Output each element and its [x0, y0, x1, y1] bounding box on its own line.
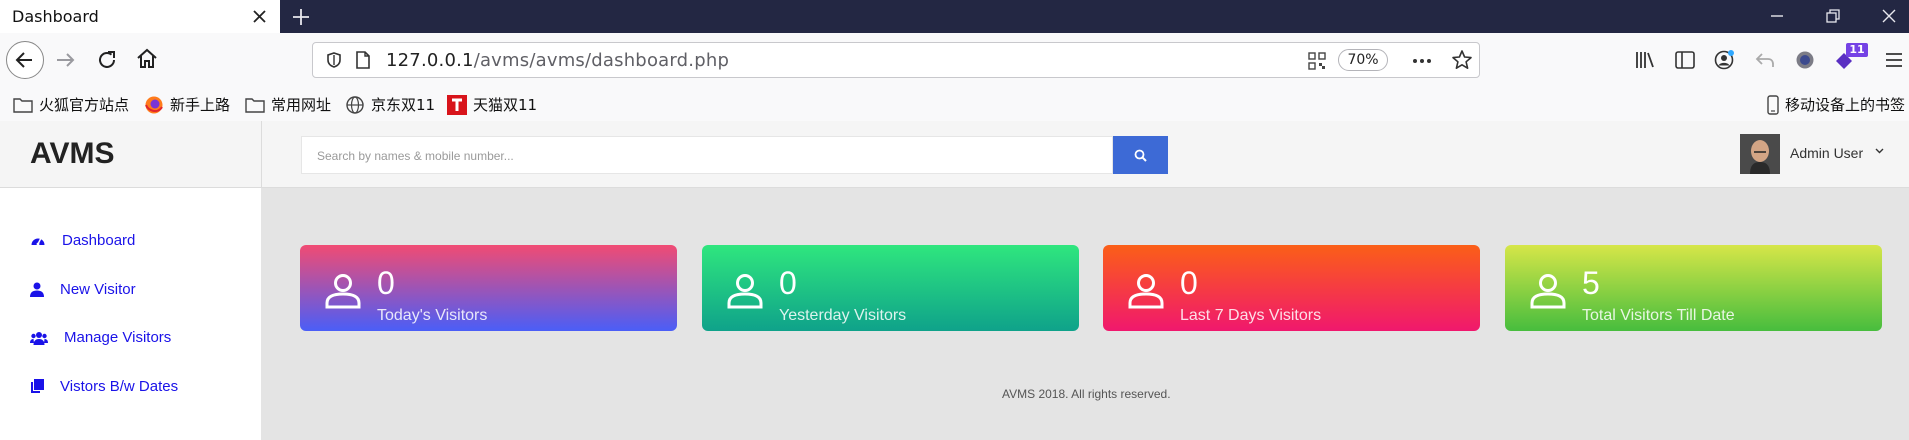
menu-icon[interactable] — [1883, 49, 1905, 71]
card-label: Today's Visitors — [377, 307, 488, 324]
bookmarks-bar: 火狐官方站点 新手上路 常用网址 京东双11 天猫双11 移动设备上的书签 — [0, 89, 1909, 121]
undo-icon[interactable] — [1754, 49, 1776, 71]
browser-tab[interactable]: Dashboard — [0, 0, 280, 33]
sidebar-item-visitors-between-dates[interactable]: Vistors B/w Dates — [30, 378, 178, 395]
home-button[interactable] — [133, 45, 161, 73]
mobile-device-icon — [1767, 94, 1779, 115]
bookmark-label: 常用网址 — [271, 96, 332, 114]
user-icon — [30, 282, 44, 297]
users-icon — [30, 331, 48, 345]
bookmark-item[interactable]: 天猫双11 — [447, 94, 537, 115]
app-logo[interactable]: AVMS — [30, 137, 114, 171]
url-text[interactable]: 127.0.0.1/avms/avms/dashboard.php — [386, 50, 729, 71]
account-icon[interactable] — [1713, 49, 1735, 71]
search-input[interactable] — [302, 137, 1115, 174]
user-outline-icon — [1128, 274, 1164, 309]
chevron-down-icon[interactable] — [1875, 148, 1884, 154]
sidebar-item-dashboard[interactable]: Dashboard — [30, 232, 135, 249]
user-name[interactable]: Admin User — [1790, 145, 1863, 161]
restore-icon[interactable] — [1823, 6, 1843, 26]
user-outline-icon — [325, 274, 361, 309]
extension-circle-icon[interactable] — [1794, 49, 1816, 71]
folder-icon — [245, 97, 265, 113]
close-window-icon[interactable] — [1879, 6, 1899, 26]
copy-icon — [31, 379, 44, 393]
footer-copyright: AVMS 2018. All rights reserved. — [1002, 387, 1171, 401]
search-icon — [1134, 149, 1147, 162]
todays-visitors-card[interactable]: 0 Today's Visitors — [300, 245, 677, 331]
sidebar-item-new-visitor[interactable]: New Visitor — [30, 281, 136, 298]
search-box — [301, 136, 1115, 174]
yesterday-visitors-card[interactable]: 0 Yesterday Visitors — [702, 245, 1079, 331]
sidebar-item-manage-visitors[interactable]: Manage Visitors — [30, 329, 171, 346]
bookmark-item[interactable]: 常用网址 — [245, 94, 331, 115]
new-tab-icon[interactable] — [290, 6, 312, 28]
reload-button[interactable] — [93, 46, 121, 74]
total-visitors-card[interactable]: 5 Total Visitors Till Date — [1505, 245, 1882, 331]
zoom-level[interactable]: 70% — [1338, 49, 1388, 71]
globe-icon — [346, 95, 364, 114]
mobile-bookmarks-label: 移动设备上的书签 — [1785, 96, 1906, 114]
tmall-icon — [447, 94, 467, 115]
card-value: 0 — [377, 265, 395, 301]
sidebar: AVMS Dashboard New Visitor Manage Visito… — [0, 121, 261, 440]
logo-area: AVMS — [0, 121, 261, 188]
search-button[interactable] — [1113, 136, 1168, 174]
extension-badge: 11 — [1846, 43, 1868, 57]
user-outline-icon — [727, 274, 763, 309]
minimize-icon[interactable] — [1767, 6, 1787, 26]
bookmark-label: 新手上路 — [170, 96, 231, 114]
last-7-days-visitors-card[interactable]: 0 Last 7 Days Visitors — [1103, 245, 1480, 331]
mobile-bookmarks[interactable]: 移动设备上的书签 — [1767, 94, 1905, 115]
tab-title: Dashboard — [12, 7, 99, 26]
sidebar-item-label: Manage Visitors — [64, 329, 172, 346]
bookmark-item[interactable]: 火狐官方站点 — [13, 94, 129, 115]
bookmark-label: 京东双11 — [371, 96, 436, 114]
bookmark-label: 天猫双11 — [473, 96, 538, 114]
card-label: Yesterday Visitors — [779, 307, 907, 324]
card-label: Last 7 Days Visitors — [1180, 307, 1322, 324]
sidebar-toggle-icon[interactable] — [1674, 49, 1696, 71]
top-header: Admin User — [261, 121, 1909, 188]
url-path: /avms/avms/dashboard.php — [473, 50, 730, 71]
avatar[interactable] — [1740, 134, 1780, 174]
shield-icon[interactable] — [325, 51, 343, 69]
sidebar-item-label: New Visitor — [60, 281, 136, 298]
card-value: 0 — [1180, 265, 1198, 301]
bookmark-item[interactable]: 新手上路 — [144, 94, 230, 115]
url-host: 127.0.0.1 — [386, 50, 474, 71]
address-bar[interactable]: 127.0.0.1/avms/avms/dashboard.php 70% — [312, 42, 1480, 78]
folder-icon — [13, 97, 33, 113]
firefox-icon — [145, 96, 163, 113]
qr-code-icon[interactable] — [1308, 52, 1326, 70]
close-tab-icon[interactable] — [251, 8, 268, 25]
card-value: 5 — [1582, 265, 1600, 301]
user-outline-icon — [1530, 274, 1566, 309]
sidebar-item-label: Vistors B/w Dates — [60, 378, 179, 395]
more-actions-icon[interactable] — [1411, 51, 1433, 71]
bookmark-item[interactable]: 京东双11 — [345, 94, 435, 115]
tab-bar: Dashboard — [0, 0, 1909, 33]
back-button[interactable] — [6, 41, 44, 79]
page-icon[interactable] — [354, 50, 372, 70]
library-icon[interactable] — [1634, 49, 1656, 71]
forward-button[interactable] — [52, 46, 80, 74]
sidebar-item-label: Dashboard — [62, 232, 136, 249]
card-label: Total Visitors Till Date — [1582, 307, 1735, 324]
dashboard-icon — [31, 237, 45, 245]
bookmark-star-icon[interactable] — [1451, 49, 1473, 71]
page-content: AVMS Dashboard New Visitor Manage Visito… — [0, 121, 1909, 440]
card-value: 0 — [779, 265, 797, 301]
bookmark-label: 火狐官方站点 — [39, 96, 130, 114]
